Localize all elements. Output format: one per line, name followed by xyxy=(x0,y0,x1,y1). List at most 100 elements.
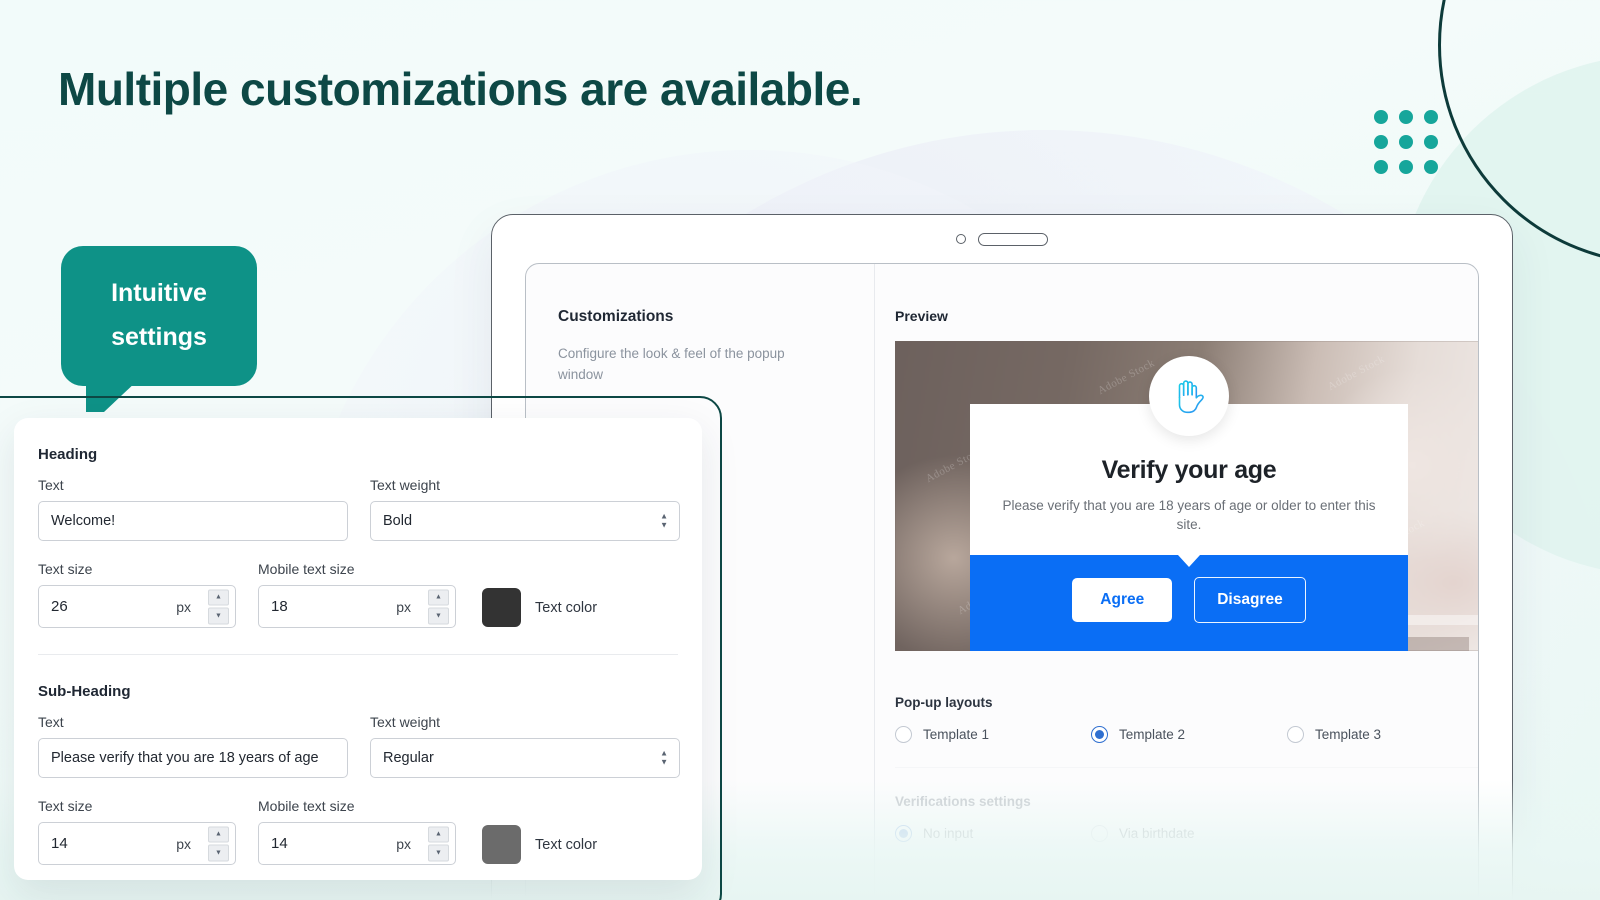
subheading-mobile-size-value: 14 xyxy=(271,835,288,852)
subheading-weight-value: Regular xyxy=(383,750,434,766)
heading-block-title: Heading xyxy=(38,446,98,463)
grid-dot xyxy=(1399,110,1413,124)
heading-weight-select-wrap: Bold ▲ ▼ xyxy=(370,501,680,541)
age-verification-popup: Verify your age Please verify that you a… xyxy=(970,356,1408,651)
heading-size-stepper-wrap: 26 px ▲ ▼ xyxy=(38,585,236,628)
heading-settings-block: Heading Text Text weight Bold ▲▼ xyxy=(38,418,680,654)
grid-dot xyxy=(1424,135,1438,149)
preview-title: Preview xyxy=(895,308,948,324)
popup-layouts-title: Pop-up layouts xyxy=(895,695,993,710)
heading-text-input[interactable] xyxy=(38,501,348,541)
radio-button-icon[interactable] xyxy=(895,726,912,743)
subheading-size-stepper[interactable]: ▲ ▼ xyxy=(208,826,229,861)
popup-action-bar: Agree Disagree xyxy=(970,554,1408,651)
heading-mobile-size-value: 18 xyxy=(271,598,288,615)
radio-button-icon-selected[interactable] xyxy=(1091,726,1108,743)
subheading-settings-block: Sub-Heading Text Text weight Regular ▲▼ xyxy=(38,654,680,880)
heading-weight-label: Text weight xyxy=(370,477,441,493)
agree-button[interactable]: Agree xyxy=(1072,577,1173,622)
subheading-weight-field-group: Text weight Regular ▲ ▼ xyxy=(370,714,680,778)
chevron-updown-icon: ▲ ▼ xyxy=(660,748,668,767)
subheading-mobile-size-label: Mobile text size xyxy=(258,798,355,814)
grid-dot xyxy=(1424,110,1438,124)
radio-label: Template 2 xyxy=(1119,727,1186,742)
radio-label: Via birthdate xyxy=(1119,826,1195,841)
heading-mobile-size-stepper[interactable]: ▲ ▼ xyxy=(428,589,449,624)
heading-weight-select[interactable]: Bold xyxy=(370,501,680,541)
subheading-block-title: Sub-Heading xyxy=(38,683,131,700)
heading-size-input[interactable]: 26 px xyxy=(38,585,236,628)
settings-card: Heading Text Text weight Bold ▲▼ xyxy=(14,418,702,880)
chevron-updown-icon: ▲ ▼ xyxy=(660,511,668,530)
heading-mobile-size-input[interactable]: 18 px xyxy=(258,585,456,628)
subheading-size-stepper-wrap: 14 px ▲ ▼ xyxy=(38,822,236,865)
heading-text-field-group: Text xyxy=(38,477,348,541)
stepper-up-icon[interactable]: ▲ xyxy=(208,589,229,606)
radio-label: No input xyxy=(923,826,974,841)
radio-template-1[interactable]: Template 1 xyxy=(895,726,1091,743)
customizations-title: Customizations xyxy=(558,308,674,325)
radio-template-2[interactable]: Template 2 xyxy=(1091,726,1287,743)
subheading-mobile-size-input[interactable]: 14 px xyxy=(258,822,456,865)
radio-button-icon-selected[interactable] xyxy=(895,825,912,842)
badge-line-1: Intuitive xyxy=(111,279,207,308)
heading-text-label: Text xyxy=(38,477,64,493)
subheading-text-row: Text Text weight Regular ▲▼ xyxy=(38,714,680,778)
subheading-mobile-size-unit: px xyxy=(396,835,411,852)
grid-dot xyxy=(1374,160,1388,174)
grid-dot xyxy=(1374,135,1388,149)
stepper-down-icon[interactable]: ▼ xyxy=(428,844,449,861)
popup-notch-decoration xyxy=(1178,554,1200,567)
stepper-down-icon[interactable]: ▼ xyxy=(208,844,229,861)
subheading-text-field-group: Text xyxy=(38,714,348,778)
grid-dot xyxy=(1424,160,1438,174)
radio-button-icon[interactable] xyxy=(1287,726,1304,743)
customizations-description: Configure the look & feel of the popup w… xyxy=(558,346,785,382)
subheading-size-value: 14 xyxy=(51,835,68,852)
subheading-text-input[interactable] xyxy=(38,738,348,778)
stepper-down-icon[interactable]: ▼ xyxy=(208,607,229,624)
heading-color-label: Text color xyxy=(535,599,598,616)
hand-icon xyxy=(1178,380,1204,414)
heading-color-group: Text color xyxy=(482,587,597,628)
subheading-color-swatch[interactable] xyxy=(482,825,521,864)
subheading-size-input[interactable]: 14 px xyxy=(38,822,236,865)
radio-button-icon[interactable] xyxy=(1091,825,1108,842)
badge-line-2: settings xyxy=(111,323,207,351)
disagree-button[interactable]: Disagree xyxy=(1194,576,1306,623)
subheading-mobile-size-stepper[interactable]: ▲ ▼ xyxy=(428,826,449,861)
radio-via-birthdate[interactable]: Via birthdate xyxy=(1091,825,1371,842)
intuitive-settings-badge: Intuitive settings xyxy=(61,246,257,386)
heading-mobile-size-unit: px xyxy=(396,598,411,615)
verifications-settings-title: Verifications settings xyxy=(895,794,1031,809)
grid-dot xyxy=(1399,160,1413,174)
heading-size-stepper[interactable]: ▲ ▼ xyxy=(208,589,229,624)
heading-size-unit: px xyxy=(176,598,191,615)
stepper-up-icon[interactable]: ▲ xyxy=(428,589,449,606)
preview-stage: Adobe Stock Adobe Stock Adobe Stock Adob… xyxy=(895,341,1478,651)
verifications-radio-group: No input Via birthdate xyxy=(895,825,1478,842)
subheading-mobile-size-stepper-wrap: 14 px ▲ ▼ xyxy=(258,822,456,865)
stepper-up-icon[interactable]: ▲ xyxy=(208,826,229,843)
heading-text-row: Text Text weight Bold ▲▼ xyxy=(38,477,680,541)
radio-label: Template 3 xyxy=(1315,727,1382,742)
stepper-up-icon[interactable]: ▲ xyxy=(428,826,449,843)
subheading-color-group: Text color xyxy=(482,824,597,865)
heading-color-swatch[interactable] xyxy=(482,588,521,627)
subheading-size-field-group: Text size 14 px ▲ ▼ xyxy=(38,798,236,865)
radio-template-3[interactable]: Template 3 xyxy=(1287,726,1478,743)
radio-no-input[interactable]: No input xyxy=(895,825,1091,842)
popup-layouts-section: Pop-up layouts Template 1 Template 2 Tem… xyxy=(895,669,1478,767)
heading-weight-field-group: Text weight Bold ▲ ▼ xyxy=(370,477,680,541)
subheading-weight-select[interactable]: Regular xyxy=(370,738,680,778)
speaker-icon xyxy=(978,232,1048,246)
heading-mobile-size-label: Mobile text size xyxy=(258,561,355,577)
stepper-down-icon[interactable]: ▼ xyxy=(428,607,449,624)
subheading-color-label: Text color xyxy=(535,836,598,853)
heading-mobile-size-stepper-wrap: 18 px ▲ ▼ xyxy=(258,585,456,628)
subheading-size-row: Text size 14 px ▲ ▼ Mobile text size 14 … xyxy=(38,798,678,865)
popup-layouts-radio-group: Template 1 Template 2 Template 3 xyxy=(895,726,1478,743)
popup-title: Verify your age xyxy=(1101,456,1277,484)
heading-size-field-group: Text size 26 px ▲ ▼ xyxy=(38,561,236,628)
subheading-weight-select-wrap: Regular ▲ ▼ xyxy=(370,738,680,778)
